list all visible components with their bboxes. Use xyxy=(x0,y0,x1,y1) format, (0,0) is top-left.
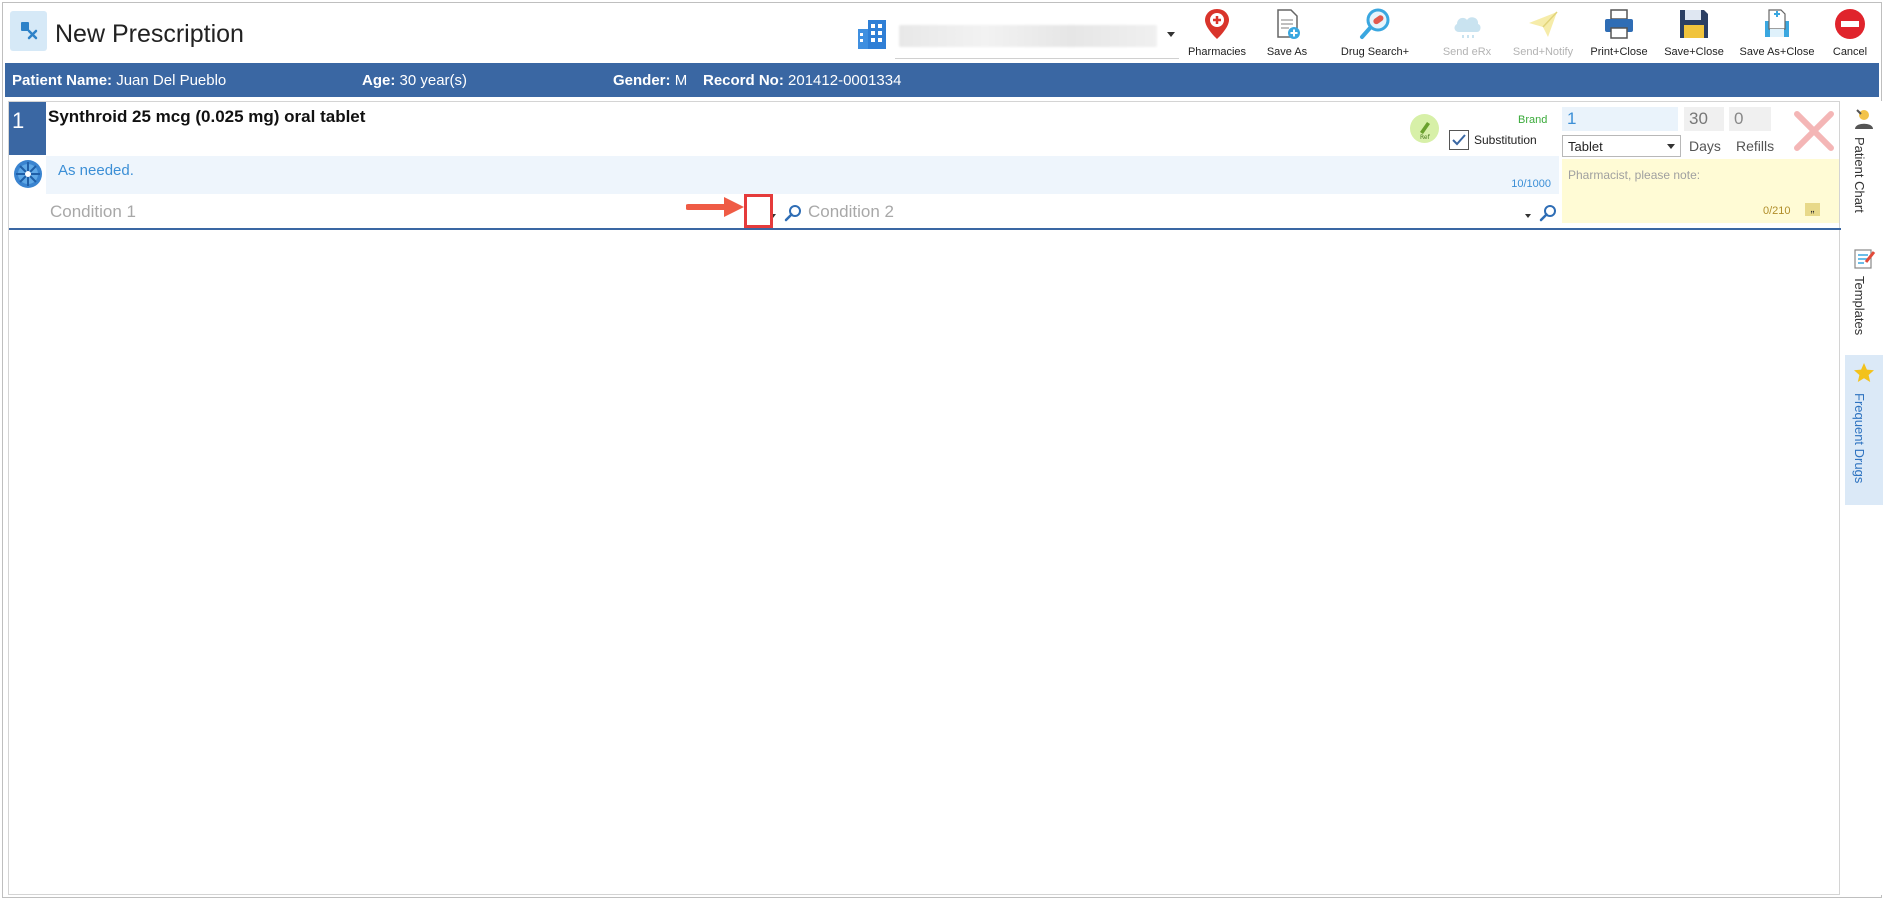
remove-prescription-button[interactable] xyxy=(1789,106,1839,156)
prescription-list: 1 Synthroid 25 mcg (0.025 mg) oral table… xyxy=(8,101,1841,895)
substitution-checkbox[interactable] xyxy=(1449,130,1469,150)
location-select[interactable] xyxy=(895,19,1179,59)
star-icon xyxy=(1854,363,1874,382)
patient-chart-tab[interactable]: Patient Chart xyxy=(1845,107,1883,225)
patient-record-value: 201412-0001334 xyxy=(788,72,902,89)
patient-age-label: Age: xyxy=(362,72,396,89)
pharmacist-note-placeholder: Pharmacist, please note: xyxy=(1568,168,1701,182)
map-pin-icon xyxy=(1205,9,1229,39)
refills-input[interactable]: 0 xyxy=(1729,107,1771,131)
check-icon xyxy=(1452,134,1466,146)
document-save-icon xyxy=(1765,9,1789,37)
frequent-drugs-tab[interactable]: Frequent Drugs xyxy=(1845,355,1883,505)
patient-info-bar: Patient Name: Juan Del Pueblo Age: 30 ye… xyxy=(5,63,1879,97)
patient-gender-value: M xyxy=(674,72,688,89)
days-label: Days xyxy=(1689,138,1721,154)
annotation-arrow-icon xyxy=(686,197,744,217)
brand-label[interactable]: Brand xyxy=(1518,114,1547,126)
condition-2-search-icon[interactable] xyxy=(1539,204,1557,222)
patient-chart-label: Patient Chart xyxy=(1852,137,1867,213)
side-rail: Patient Chart Templates Frequent Drugs xyxy=(1845,101,1883,895)
send-notify-label: Send+Notify xyxy=(1512,46,1574,58)
drug-search-plus-label: Drug Search+ xyxy=(1340,46,1410,58)
refills-label: Refills xyxy=(1736,138,1775,154)
save-as-label: Save As xyxy=(1266,46,1308,58)
condition-2-dropdown-icon[interactable] xyxy=(1525,214,1531,218)
unit-select[interactable]: Tablet xyxy=(1562,135,1681,157)
condition-2-input[interactable]: Condition 2 xyxy=(808,202,894,222)
patient-gender-label: Gender: xyxy=(613,72,671,89)
save-close-label: Save+Close xyxy=(1664,46,1724,58)
patient-age-value: 30 year(s) xyxy=(399,72,468,89)
save-as-close-button[interactable]: Save As+Close xyxy=(1735,7,1819,61)
chevron-down-icon xyxy=(1167,32,1175,37)
print-close-button[interactable]: Print+Close xyxy=(1585,7,1653,61)
patient-name-field: Patient Name: Juan Del Pueblo xyxy=(12,72,226,89)
save-as-button[interactable]: Save As xyxy=(1257,7,1317,61)
patient-age-field: Age: 30 year(s) xyxy=(362,72,467,89)
sig-wheel-icon[interactable] xyxy=(12,158,44,190)
svg-text:Ref: Ref xyxy=(1420,134,1431,141)
patient-name-value: Juan Del Pueblo xyxy=(116,72,227,89)
window-title: New Prescription xyxy=(55,20,244,48)
prescription-window: New Prescription Pharmacies Save As Drug… xyxy=(2,2,1883,898)
unit-select-value: Tablet xyxy=(1568,139,1603,154)
floppy-disk-icon xyxy=(1680,10,1708,38)
sig-text[interactable]: As needed. xyxy=(58,162,134,179)
title-bar: New Prescription Pharmacies Save As Drug… xyxy=(3,3,1881,63)
prescription-app-icon xyxy=(10,11,47,51)
pencil-ref-icon: Ref xyxy=(1420,122,1431,141)
pharmacies-button[interactable]: Pharmacies xyxy=(1183,7,1251,61)
quantity-input[interactable]: 1 xyxy=(1562,107,1678,131)
note-char-count: 0/210 xyxy=(1763,205,1791,217)
magnifier-pill-icon xyxy=(1360,8,1390,39)
condition-1-input[interactable]: Condition 1 xyxy=(50,202,136,222)
templates-tab[interactable]: Templates xyxy=(1845,246,1883,356)
patient-name-label: Patient Name: xyxy=(12,72,113,89)
patient-record-field: Record No: 201412-0001334 xyxy=(703,72,901,89)
patient-gender-field: Gender: M xyxy=(613,72,687,89)
save-as-close-label: Save As+Close xyxy=(1739,46,1815,58)
print-close-label: Print+Close xyxy=(1590,46,1648,58)
annotation-highlight-box xyxy=(744,194,773,228)
drug-name[interactable]: Synthroid 25 mcg (0.025 mg) oral tablet xyxy=(48,107,365,127)
quote-icon[interactable]: „ xyxy=(1805,202,1820,216)
sig-row[interactable]: As needed. 10/1000 xyxy=(46,156,1559,194)
conditions-row: Condition 1 Condition 2 xyxy=(46,196,1559,226)
building-icon xyxy=(858,20,886,49)
row-divider xyxy=(9,228,1841,230)
prescription-number: 1 xyxy=(9,102,46,155)
send-erx-button[interactable]: Send eRx xyxy=(1435,7,1499,61)
printer-icon xyxy=(1605,9,1633,39)
templates-icon xyxy=(1854,249,1876,269)
pharmacies-label: Pharmacies xyxy=(1187,46,1247,58)
substitution-label: Substitution xyxy=(1474,133,1537,147)
no-entry-icon xyxy=(1835,9,1865,39)
cloud-icon xyxy=(1454,17,1481,38)
frequent-drugs-label: Frequent Drugs xyxy=(1852,393,1867,484)
chevron-down-icon xyxy=(1667,144,1675,149)
send-erx-label: Send eRx xyxy=(1442,46,1492,58)
location-select-value xyxy=(899,25,1157,47)
ref-icon[interactable]: Ref xyxy=(1410,114,1439,143)
save-close-button[interactable]: Save+Close xyxy=(1660,7,1728,61)
sig-char-count: 10/1000 xyxy=(1511,178,1551,190)
patient-chart-icon xyxy=(1855,109,1873,129)
pharmacist-note-field[interactable]: Pharmacist, please note: 0/210 „ xyxy=(1562,159,1839,223)
cancel-button[interactable]: Cancel xyxy=(1825,7,1875,61)
drug-search-plus-button[interactable]: Drug Search+ xyxy=(1333,7,1417,61)
days-input[interactable]: 30 xyxy=(1684,107,1724,131)
paper-plane-icon xyxy=(1529,11,1558,37)
cancel-label: Cancel xyxy=(1832,46,1868,58)
condition-1-search-icon[interactable] xyxy=(784,204,802,222)
templates-label: Templates xyxy=(1852,276,1867,336)
send-notify-button[interactable]: Send+Notify xyxy=(1507,7,1579,61)
document-plus-icon xyxy=(1277,9,1300,39)
patient-record-label: Record No: xyxy=(703,72,784,89)
